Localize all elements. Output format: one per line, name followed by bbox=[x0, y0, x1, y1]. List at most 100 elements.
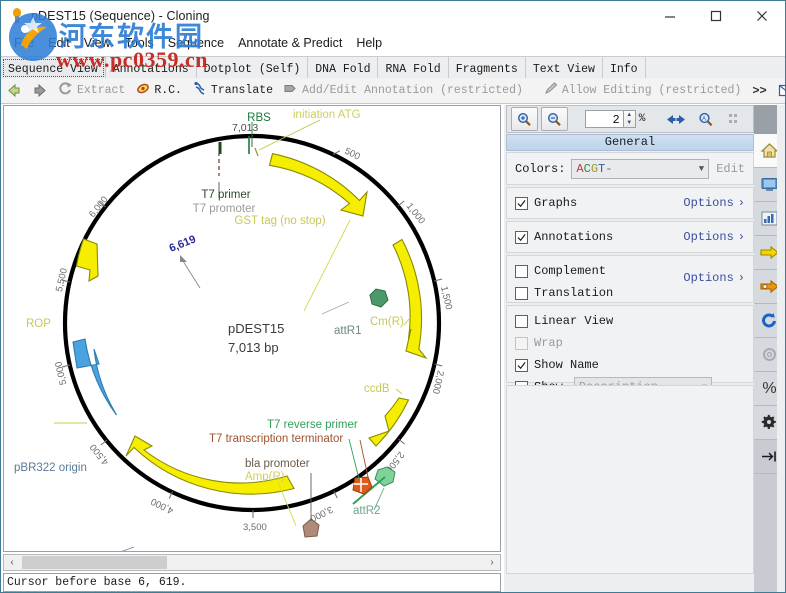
zoom-out-icon[interactable] bbox=[540, 107, 568, 131]
graphs-checkbox[interactable] bbox=[515, 196, 528, 210]
label-bla-promoter: bla promoter bbox=[245, 458, 310, 470]
translation-row: Translation bbox=[515, 282, 745, 304]
svg-text:1,000: 1,000 bbox=[404, 201, 427, 226]
pencil-icon bbox=[543, 81, 559, 100]
tab-annotations[interactable]: Annotations bbox=[105, 57, 197, 79]
tab-dna-fold[interactable]: DNA Fold bbox=[308, 57, 379, 79]
horizontal-scrollbar[interactable]: ‹ › bbox=[3, 554, 501, 571]
zoom-in-icon[interactable] bbox=[511, 107, 538, 131]
fit-to-width-icon[interactable] bbox=[662, 107, 690, 131]
add-edit-annotation-button[interactable]: Add/Edit Annotation (restricted) bbox=[278, 78, 528, 104]
menu-sequence[interactable]: Sequence bbox=[161, 34, 231, 52]
translate-button[interactable]: Translate bbox=[187, 78, 278, 104]
menu-edit[interactable]: Edit bbox=[41, 34, 77, 52]
zoom-spin-arrows[interactable]: ▲ ▼ bbox=[622, 110, 636, 128]
minimize-button[interactable] bbox=[647, 1, 693, 31]
tab-fragments[interactable]: Fragments bbox=[448, 57, 526, 79]
view-options-group: Linear View Wrap Show Name Show Descript… bbox=[506, 305, 754, 397]
zoom-to-selection-icon[interactable]: A bbox=[692, 107, 720, 131]
annotation-icon bbox=[283, 81, 299, 100]
tab-sequence-view[interactable]: Sequence View bbox=[1, 57, 106, 79]
show-name-checkbox[interactable] bbox=[515, 358, 528, 372]
zoom-spin-up[interactable]: ▲ bbox=[624, 111, 635, 119]
annotations-label: Annotations bbox=[534, 230, 614, 244]
panel-empty-area bbox=[506, 385, 754, 574]
main-toolbar: Extract R.C. Translate Add/Edit Annotati… bbox=[1, 78, 785, 104]
forward-arrow-icon[interactable] bbox=[27, 78, 53, 104]
toolbar-overflow-button[interactable]: >> bbox=[746, 84, 772, 98]
translation-checkbox[interactable] bbox=[515, 286, 528, 300]
tab-info[interactable]: Info bbox=[602, 57, 646, 79]
annotations-options-link[interactable]: Options › bbox=[683, 230, 745, 244]
plasmid-map-canvas[interactable]: .lbl-txt { font-family: "Liberation Sans… bbox=[3, 105, 501, 552]
menu-bar: File Edit View Tools Sequence Annotate &… bbox=[1, 31, 785, 54]
chevron-right-icon: › bbox=[737, 230, 745, 244]
colors-combobox[interactable]: ACGT- ▼ bbox=[571, 158, 710, 179]
svg-text:4,000: 4,000 bbox=[149, 495, 175, 515]
translation-label: Translation bbox=[534, 286, 614, 300]
extract-icon bbox=[58, 81, 74, 100]
svg-text:5,000: 5,000 bbox=[53, 360, 69, 386]
reverse-complement-button[interactable]: R.C. bbox=[130, 78, 187, 104]
wrap-label: Wrap bbox=[534, 336, 563, 350]
tab-text-view[interactable]: Text View bbox=[525, 57, 603, 79]
zoom-level-stepper[interactable]: 2 ▲ ▼ % bbox=[584, 110, 646, 128]
zoom-unit-label: % bbox=[638, 113, 646, 125]
zoom-spin-down[interactable]: ▼ bbox=[624, 119, 635, 127]
scrollbar-thumb[interactable] bbox=[22, 556, 167, 569]
menu-view[interactable]: View bbox=[77, 34, 118, 52]
allow-editing-label: Allow Editing (restricted) bbox=[561, 84, 742, 97]
plasmid-length: 7,013 bp bbox=[228, 340, 279, 355]
label-cmr: Cm(R) bbox=[370, 316, 404, 328]
annotation-label: Add/Edit Annotation (restricted) bbox=[302, 84, 523, 97]
mail-icon[interactable] bbox=[773, 78, 785, 104]
tab-dotplot-self[interactable]: Dotplot (Self) bbox=[196, 57, 309, 79]
complement-options-link[interactable]: Options › bbox=[683, 271, 745, 285]
label-pbr322-origin: pBR322 origin bbox=[14, 462, 87, 474]
graphs-label: Graphs bbox=[534, 196, 578, 210]
extract-label: Extract bbox=[77, 84, 126, 97]
extract-button[interactable]: Extract bbox=[53, 78, 130, 104]
translate-label: Translate bbox=[210, 84, 274, 97]
feature-ccdb[interactable] bbox=[368, 397, 410, 447]
feature-pbr322-origin[interactable] bbox=[72, 338, 117, 416]
feature-cmr[interactable] bbox=[392, 238, 428, 360]
application-window: pDEST15 (Sequence) - Cloning File Edit V… bbox=[0, 0, 786, 593]
window-controls bbox=[647, 1, 785, 31]
menu-help[interactable]: Help bbox=[349, 34, 389, 52]
wrap-checkbox bbox=[515, 336, 528, 350]
graphs-options-link[interactable]: Options › bbox=[683, 196, 745, 210]
panel-section-header: General bbox=[506, 134, 754, 151]
menu-tools[interactable]: Tools bbox=[118, 34, 161, 52]
graphs-row: Graphs Options › bbox=[506, 187, 754, 219]
colors-row: Colors: ACGT- ▼ Edit bbox=[506, 152, 754, 185]
annotations-checkbox[interactable] bbox=[515, 230, 528, 244]
svg-text:4,500: 4,500 bbox=[88, 442, 111, 467]
zoom-reset-icon[interactable] bbox=[722, 107, 749, 131]
svg-text:1,500: 1,500 bbox=[438, 285, 454, 311]
maximize-button[interactable] bbox=[693, 1, 739, 31]
colors-edit-button[interactable]: Edit bbox=[716, 162, 745, 176]
scroll-right-arrow[interactable]: › bbox=[484, 557, 500, 568]
label-t7-promoter: T7 promoter bbox=[193, 203, 256, 215]
feature-attr1[interactable] bbox=[369, 288, 389, 308]
tab-rna-fold[interactable]: RNA Fold bbox=[378, 57, 449, 79]
allow-editing-button[interactable]: Allow Editing (restricted) bbox=[538, 78, 746, 104]
linear-view-checkbox[interactable] bbox=[515, 314, 528, 328]
chevron-right-icon: › bbox=[737, 271, 745, 285]
complement-label: Complement bbox=[534, 264, 607, 278]
feature-initiation-atg[interactable] bbox=[254, 147, 259, 157]
label-t7-primer: T7 primer bbox=[201, 189, 250, 201]
label-t7-reverse-primer: T7 reverse primer bbox=[267, 419, 358, 431]
scroll-left-arrow[interactable]: ‹ bbox=[4, 557, 20, 568]
complement-checkbox[interactable] bbox=[515, 264, 528, 278]
colors-value: ACGT- bbox=[576, 161, 613, 176]
reverse-complement-icon bbox=[135, 81, 151, 100]
close-button[interactable] bbox=[739, 1, 785, 31]
zoom-value[interactable]: 2 bbox=[584, 110, 623, 128]
menu-file[interactable]: File bbox=[7, 34, 41, 52]
chevron-down-icon[interactable]: ▼ bbox=[699, 164, 704, 174]
status-bar: Cursor before base 6, 619. bbox=[3, 573, 501, 592]
menu-annotate-predict[interactable]: Annotate & Predict bbox=[231, 34, 349, 52]
back-arrow-icon[interactable] bbox=[1, 78, 27, 104]
